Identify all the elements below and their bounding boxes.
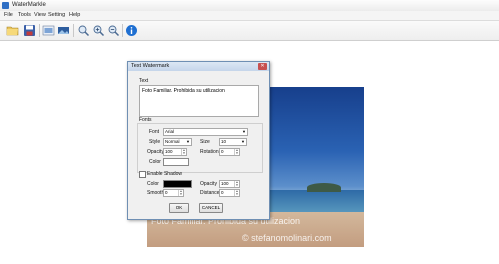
- info-icon[interactable]: [125, 24, 138, 37]
- shadow-opacity-value: 100: [221, 181, 229, 186]
- menu-help[interactable]: Help: [69, 12, 80, 19]
- rotation-label: Rotation: [200, 149, 219, 155]
- shadow-color-label: Color: [147, 181, 159, 187]
- image-edit-icon[interactable]: [57, 24, 70, 37]
- style-select[interactable]: Normal ▼: [163, 138, 192, 146]
- distance-stepper[interactable]: 0 ▲ ▼: [219, 189, 240, 197]
- spin-arrows-icon[interactable]: ▲ ▼: [178, 190, 183, 196]
- opacity-value: 100: [165, 149, 173, 154]
- close-icon[interactable]: ✕: [258, 63, 267, 70]
- font-label: Font: [149, 129, 160, 135]
- font-select[interactable]: Arial ▼: [163, 128, 248, 136]
- cancel-button[interactable]: CANCEL: [199, 203, 223, 213]
- app-title: WaterMarkle: [12, 2, 46, 8]
- style-select-value: Normal: [165, 139, 180, 144]
- text-color-swatch[interactable]: [163, 158, 189, 166]
- zoom-fit-icon[interactable]: [77, 24, 90, 37]
- watermark-text-value: Foto Familiar. Prohibida su utilizacion: [142, 88, 225, 94]
- font-select-value: Arial: [165, 129, 175, 134]
- open-folder-icon[interactable]: [6, 24, 19, 37]
- enable-shadow-checkbox[interactable]: [139, 171, 146, 178]
- dialog-titlebar: Text Watermark ✕: [128, 62, 269, 71]
- opacity-stepper[interactable]: 100 ▲ ▼: [163, 148, 187, 156]
- image-icon[interactable]: [42, 24, 55, 37]
- smooth-value: 0: [165, 190, 168, 195]
- rotation-stepper[interactable]: 0 ▲ ▼: [219, 148, 240, 156]
- opacity-label: Opacity: [147, 149, 164, 155]
- smooth-label: Smooth: [147, 190, 165, 196]
- toolbar-separator: [73, 24, 74, 37]
- menu-file[interactable]: File: [4, 12, 13, 19]
- distance-label: Distance: [200, 190, 220, 196]
- distance-value: 0: [221, 190, 224, 195]
- spin-arrows-icon[interactable]: ▲ ▼: [234, 190, 239, 196]
- ok-button[interactable]: OK: [169, 203, 189, 213]
- app-icon: [2, 2, 9, 9]
- dialog-title: Text Watermark: [131, 63, 170, 69]
- watermark-text-input[interactable]: Foto Familiar. Prohibida su utilizacion: [139, 85, 259, 117]
- toolbar-separator: [122, 24, 123, 37]
- color-label: Color: [149, 159, 161, 165]
- menu-bar: File Tools View Setting Help: [0, 11, 499, 21]
- save-icon[interactable]: [23, 24, 36, 37]
- photo-island: [307, 183, 341, 192]
- size-label: Size: [200, 139, 210, 145]
- rotation-value: 0: [221, 149, 224, 154]
- toolbar-separator: [39, 24, 40, 37]
- spin-arrows-icon[interactable]: ▲ ▼: [181, 149, 186, 155]
- chevron-down-icon: ▼: [186, 139, 190, 144]
- text-watermark-dialog: Text Watermark ✕ Text Foto Familiar. Pro…: [127, 61, 270, 220]
- menu-view[interactable]: View: [34, 12, 46, 19]
- menu-tools[interactable]: Tools: [18, 12, 31, 19]
- shadow-opacity-stepper[interactable]: 100 ▲ ▼: [219, 180, 240, 188]
- size-select-value: 10: [221, 139, 227, 144]
- text-group-label: Text: [139, 78, 149, 84]
- size-select[interactable]: 10 ▼: [219, 138, 247, 146]
- chevron-down-icon: ▼: [242, 129, 246, 134]
- shadow-color-swatch[interactable]: [163, 180, 192, 188]
- zoom-in-icon[interactable]: [92, 24, 105, 37]
- spin-arrows-icon[interactable]: ▲ ▼: [234, 181, 239, 187]
- chevron-down-icon: ▼: [241, 139, 245, 144]
- enable-shadow-label: Enable Shadow: [147, 171, 183, 177]
- shadow-opacity-label: Opacity: [200, 181, 217, 187]
- spin-arrows-icon[interactable]: ▲ ▼: [234, 149, 239, 155]
- toolbar: [0, 21, 499, 41]
- zoom-out-icon[interactable]: [107, 24, 120, 37]
- style-label: Style: [149, 139, 161, 145]
- menu-setting[interactable]: Setting: [48, 12, 65, 19]
- smooth-stepper[interactable]: 0 ▲ ▼: [163, 189, 184, 197]
- watermark-copyright-preview: © stefanomolinari.com: [242, 233, 332, 243]
